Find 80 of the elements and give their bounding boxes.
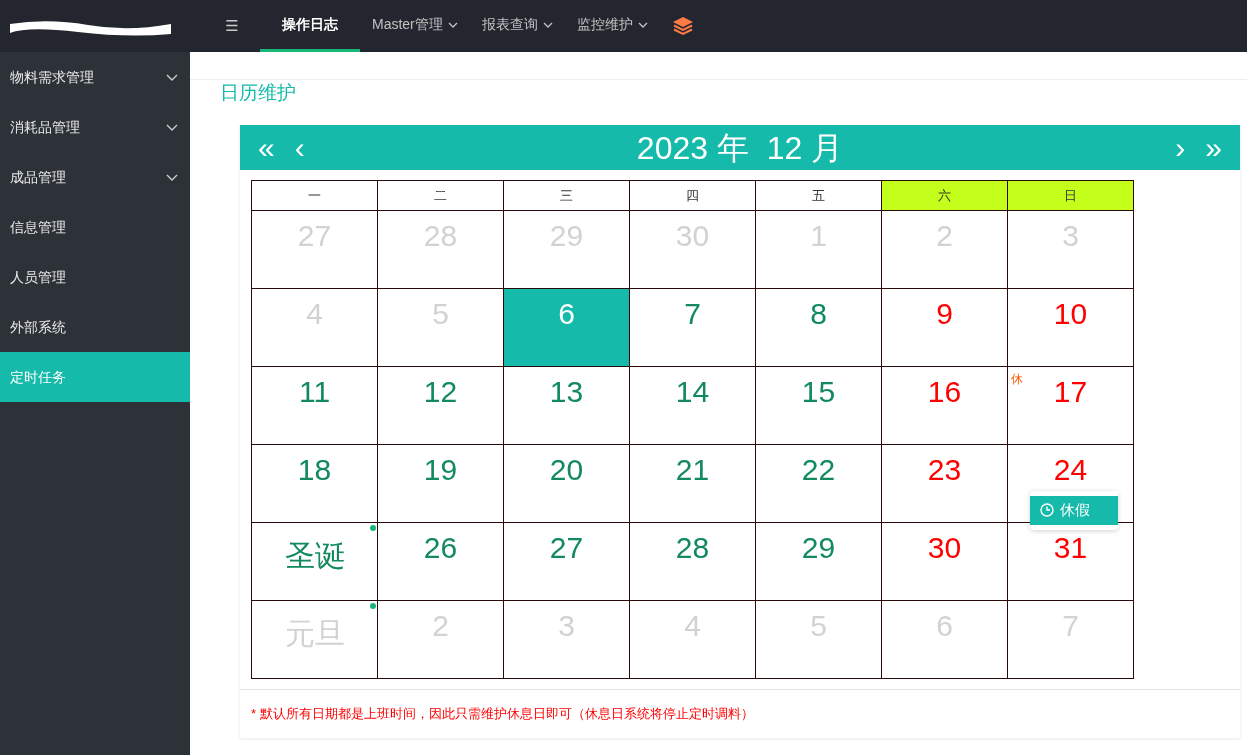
day-label: 17 (1053, 375, 1088, 409)
day-cell[interactable]: 26 (377, 522, 504, 601)
nav-tab[interactable]: Master管理 (360, 0, 470, 52)
menu-toggle[interactable]: ☰ (204, 13, 260, 39)
day-cell[interactable]: 8 (755, 288, 882, 367)
day-label: 18 (297, 453, 332, 487)
day-label: 26 (423, 531, 458, 565)
day-cell[interactable]: 16 (881, 366, 1008, 445)
day-cell[interactable]: 27 (503, 522, 630, 601)
layers-icon[interactable] (671, 16, 694, 36)
next-year-button[interactable]: » (1199, 132, 1228, 163)
day-cell[interactable]: 23 (881, 444, 1008, 523)
day-label: 30 (927, 531, 962, 565)
day-label: 19 (423, 453, 458, 487)
day-label: 圣诞 (284, 539, 345, 573)
day-label: 8 (810, 297, 827, 331)
day-label: 13 (549, 375, 584, 409)
day-label: 6 (558, 297, 575, 331)
day-cell[interactable]: 9 (881, 288, 1008, 367)
weekday-header: 五 (755, 180, 882, 211)
day-label: 20 (549, 453, 584, 487)
vacation-button[interactable]: 休假 (1030, 496, 1118, 525)
day-label: 7 (684, 297, 701, 331)
day-label: 10 (1053, 297, 1088, 331)
weekday-header: 六 (881, 180, 1008, 211)
day-cell[interactable]: 13 (503, 366, 630, 445)
note-text: * 默认所有日期都是上班时间，因此只需维护休息日即可（休息日系统将停止定时调料） (251, 706, 754, 721)
day-cell[interactable]: 30 (881, 522, 1008, 601)
weekday-header: 三 (503, 180, 630, 211)
prev-month-button[interactable]: ‹ (288, 132, 311, 163)
day-label: 11 (298, 375, 331, 409)
day-label: 29 (801, 531, 836, 565)
day-cell[interactable]: 10 (1007, 288, 1134, 367)
day-cell[interactable]: 11 (251, 366, 378, 445)
sidebar-item[interactable]: 信息管理 (0, 202, 190, 252)
day-label: 9 (936, 297, 953, 331)
sidebar-item[interactable]: 人员管理 (0, 252, 190, 302)
day-label: 31 (1053, 531, 1088, 565)
day-label: 22 (801, 453, 836, 487)
nav-tab[interactable]: 操作日志 (260, 0, 360, 52)
prev-year-button[interactable]: « (252, 132, 281, 163)
sidebar-item[interactable]: 定时任务 (0, 352, 190, 402)
day-label: 15 (801, 375, 836, 409)
sidebar-item[interactable]: 消耗品管理 (0, 102, 190, 152)
nav-tab[interactable]: 监控维护 (564, 0, 660, 52)
holiday-tag: 休 (1011, 370, 1023, 388)
clock-icon (1040, 503, 1054, 518)
day-label: 24 (1053, 453, 1088, 487)
sidebar-item[interactable]: 物料需求管理 (0, 52, 190, 102)
sidebar-item[interactable]: 成品管理 (0, 152, 190, 202)
day-cell[interactable]: 15 (755, 366, 882, 445)
day-cell[interactable]: 18 (251, 444, 378, 523)
day-cell[interactable]: 圣诞 (251, 522, 378, 601)
nav-tab[interactable]: 报表查询 (469, 0, 565, 52)
weekday-header: 一 (251, 180, 378, 211)
sidebar-item[interactable]: 外部系统 (0, 302, 190, 352)
day-cell[interactable]: 28 (629, 522, 756, 601)
day-label: 12 (423, 375, 458, 409)
day-cell[interactable]: 7 (629, 288, 756, 367)
day-label: 14 (675, 375, 710, 409)
calendar-title: 2023 年 12 月 (635, 128, 845, 168)
day-cell[interactable]: 21 (629, 444, 756, 523)
day-label: 16 (927, 375, 962, 409)
day-cell[interactable]: 14 (629, 366, 756, 445)
next-month-button[interactable]: › (1169, 132, 1192, 163)
day-cell[interactable]: 休 17 (1007, 366, 1134, 445)
day-cell[interactable]: 12 (377, 366, 504, 445)
day-label: 28 (675, 531, 710, 565)
day-cell[interactable]: 19 (377, 444, 504, 523)
day-cell[interactable]: 22 (755, 444, 882, 523)
day-label: 23 (927, 453, 962, 487)
day-cell[interactable]: 6 (503, 288, 630, 367)
day-label: 21 (675, 453, 710, 487)
weekday-header: 日 (1007, 180, 1134, 211)
day-cell[interactable]: 31 (1007, 522, 1134, 601)
day-label: 27 (549, 531, 584, 565)
day-cell[interactable]: 20 (503, 444, 630, 523)
weekday-header: 二 (377, 180, 504, 211)
day-cell[interactable]: 29 (755, 522, 882, 601)
weekday-header: 四 (629, 180, 756, 211)
